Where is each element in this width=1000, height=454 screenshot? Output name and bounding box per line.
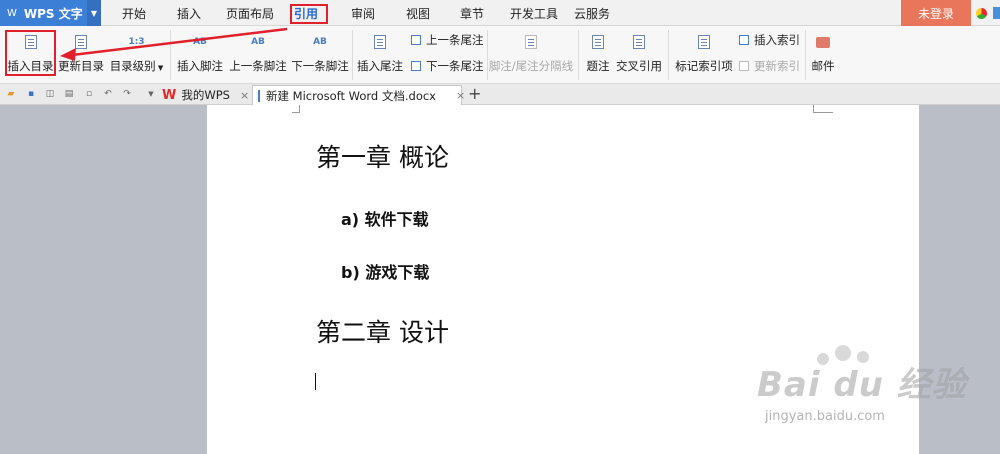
open-file-icon[interactable]: ▰ (6, 89, 16, 99)
ribbon-references: 插入目录 更新目录 1:3 目录级别 ▼ AB 插入脚注 AB 上一条脚注 AB… (0, 26, 1000, 84)
margin-mark-right (813, 105, 833, 113)
insert-footnote-button[interactable]: AB 插入脚注 (176, 26, 224, 84)
app-name: WPS 文字 (23, 6, 83, 21)
tab-view[interactable]: 视图 (406, 0, 430, 26)
update-index-label: 更新索引 (754, 59, 800, 73)
prev-footnote-label: 上一条脚注 (229, 59, 287, 73)
print-icon[interactable]: ▤ (64, 89, 74, 99)
prev-endnote-label: 上一条尾注 (426, 33, 484, 47)
endnote-icon (372, 34, 388, 50)
skin-icon[interactable] (993, 7, 1000, 19)
tab-section[interactable]: 章节 (460, 0, 484, 26)
caption-icon (590, 34, 606, 50)
wps-logo-icon: W (162, 87, 177, 103)
toc-level-label: 目录级别 (109, 59, 156, 73)
document-tab-bar: ▰ ▪ ◫ ▤ ▫ ↶ ↷ ▼ W 我的WPS × 新建 Microsoft W… (0, 84, 1000, 105)
ribbon-divider (668, 30, 669, 80)
tab-review[interactable]: 审阅 (351, 0, 375, 26)
toc-level-button[interactable]: 1:3 目录级别 ▼ (109, 26, 164, 84)
menu-bar: W WPS 文字 ▼ 开始 插入 页面布局 引用 审阅 视图 章节 开发工具 云… (0, 0, 1000, 26)
mail-button[interactable]: 邮件 (810, 26, 836, 84)
watermark-brand: Bai du 经验 (757, 365, 967, 405)
document-icon (258, 89, 260, 102)
text-cursor (315, 373, 316, 390)
footnote-icon: AB (193, 37, 207, 47)
prev-endnote-icon (411, 35, 421, 45)
margin-mark-left (292, 105, 300, 113)
caption-button[interactable]: 题注 (584, 26, 612, 84)
tab-cloud[interactable]: 云服务 (574, 0, 610, 26)
insert-index-icon (739, 35, 749, 45)
wps-logo-icon: W (7, 7, 17, 19)
insert-endnote-label: 插入尾注 (357, 59, 403, 73)
undo-icon[interactable]: ↶ (103, 89, 113, 99)
tab-my-wps-label: 我的WPS (181, 88, 230, 102)
insert-footnote-label: 插入脚注 (177, 59, 223, 73)
tab-developer[interactable]: 开发工具 (510, 0, 558, 26)
tab-insert[interactable]: 插入 (177, 0, 201, 26)
redo-icon[interactable]: ↷ (122, 89, 132, 99)
export-icon[interactable]: ▫ (84, 89, 94, 99)
tab-document-label: 新建 Microsoft Word 文档.docx (266, 88, 436, 103)
heading-item-b[interactable]: b) 游戏下载 (341, 259, 429, 283)
ribbon-divider (578, 30, 579, 80)
update-toc-icon (73, 34, 89, 50)
mark-index-button[interactable]: 标记索引项 (675, 26, 733, 84)
ribbon-divider (352, 30, 353, 80)
prev-footnote-icon: AB (251, 37, 265, 47)
tab-document[interactable]: 新建 Microsoft Word 文档.docx × (252, 85, 465, 105)
next-endnote-label: 下一条尾注 (426, 59, 484, 73)
highlight-box-references-tab (290, 4, 328, 24)
ribbon-divider (170, 30, 171, 80)
separator-line-label: 脚注/尾注分隔线 (488, 59, 574, 73)
prev-footnote-button[interactable]: AB 上一条脚注 (229, 26, 287, 84)
update-index-icon (739, 61, 749, 71)
chevron-down-icon: ▼ (155, 64, 164, 72)
heading-item-a[interactable]: a) 软件下载 (341, 206, 429, 230)
close-icon[interactable]: × (456, 89, 465, 102)
tab-page-layout[interactable]: 页面布局 (226, 0, 274, 26)
login-button[interactable]: 未登录 (901, 0, 971, 26)
tab-my-wps[interactable]: W 我的WPS × (160, 85, 252, 105)
caption-label: 题注 (586, 59, 610, 73)
update-toc-label: 更新目录 (58, 59, 104, 73)
print-preview-icon[interactable]: ◫ (45, 89, 55, 99)
mail-label: 邮件 (811, 59, 835, 73)
next-footnote-button[interactable]: AB 下一条脚注 (291, 26, 349, 84)
add-tab-button[interactable]: + (468, 84, 481, 104)
next-endnote-button[interactable]: 下一条尾注 (411, 58, 484, 74)
app-menu-button[interactable]: W WPS 文字 ▼ (0, 0, 101, 26)
insert-index-button[interactable]: 插入索引 (739, 32, 800, 48)
insert-index-label: 插入索引 (754, 33, 800, 47)
next-footnote-icon: AB (313, 37, 327, 47)
mark-index-icon (696, 34, 712, 50)
cross-ref-label: 交叉引用 (616, 59, 662, 73)
separator-line-button[interactable]: 脚注/尾注分隔线 (488, 26, 574, 84)
cross-ref-button[interactable]: 交叉引用 (616, 26, 662, 84)
tab-start[interactable]: 开始 (122, 0, 146, 26)
update-toc-button[interactable]: 更新目录 (58, 26, 104, 84)
chevron-down-icon[interactable]: ▼ (87, 0, 101, 26)
next-footnote-label: 下一条脚注 (291, 59, 349, 73)
heading-chapter-1[interactable]: 第一章 概论 (316, 138, 449, 174)
mark-index-label: 标记索引项 (675, 59, 733, 73)
ribbon-divider (805, 30, 806, 80)
watermark-url: jingyan.baidu.com (765, 409, 885, 424)
chevron-down-icon[interactable]: ▼ (146, 89, 156, 99)
mail-icon (815, 34, 831, 50)
update-index-button[interactable]: 更新索引 (739, 58, 800, 74)
highlight-box-insert-toc (5, 30, 56, 76)
heading-chapter-2[interactable]: 第二章 设计 (316, 313, 449, 349)
close-icon[interactable]: × (240, 89, 249, 102)
prev-endnote-button[interactable]: 上一条尾注 (411, 32, 484, 48)
baidu-watermark: Bai du 经验 jingyan.baidu.com (735, 345, 966, 435)
save-icon[interactable]: ▪ (26, 89, 36, 99)
toc-level-icon: 1:3 (128, 37, 145, 47)
separator-line-icon (523, 34, 539, 50)
insert-endnote-button[interactable]: 插入尾注 (356, 26, 404, 84)
chrome-icon[interactable] (976, 8, 987, 19)
next-endnote-icon (411, 61, 421, 71)
cross-ref-icon (631, 34, 647, 50)
